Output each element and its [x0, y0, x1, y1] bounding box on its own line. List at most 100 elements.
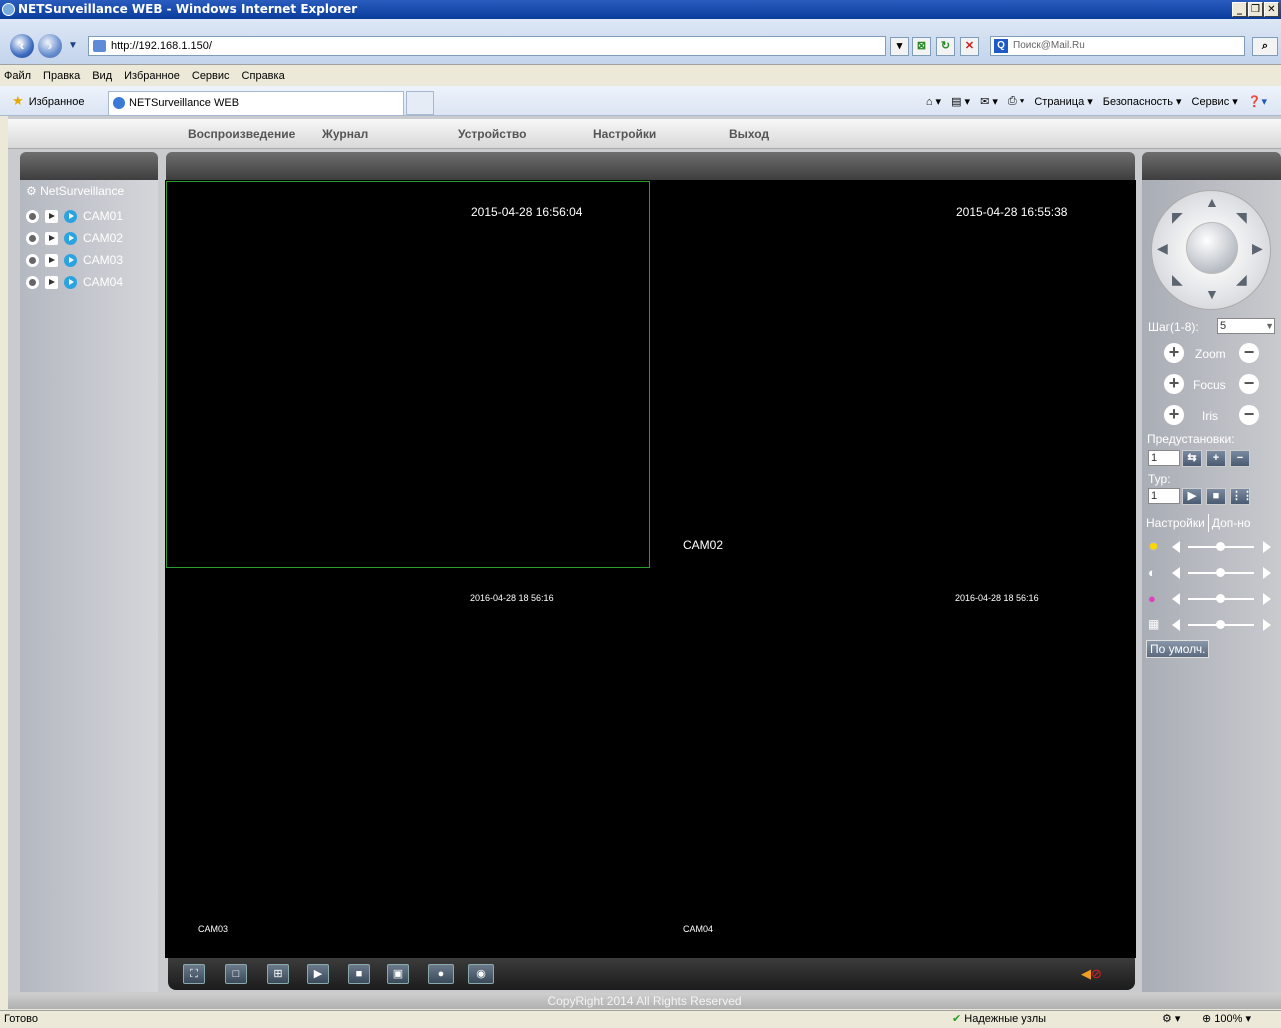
camera-label[interactable]: CAM04: [83, 275, 123, 289]
play-icon[interactable]: [45, 253, 58, 267]
ptz-up-right-icon[interactable]: ◥: [1236, 210, 1247, 224]
camera-row[interactable]: CAM04: [26, 272, 123, 292]
tour-grid-icon[interactable]: ⋮⋮: [1230, 488, 1253, 505]
menu-file[interactable]: Файл: [4, 70, 31, 82]
search-input[interactable]: Q Поиск@Mail.Ru: [990, 36, 1245, 56]
stop-icon[interactable]: ✕: [960, 37, 979, 56]
fullscreen-icon[interactable]: ⛶: [183, 964, 205, 984]
focus-out-button[interactable]: −: [1239, 374, 1259, 394]
focus-in-button[interactable]: +: [1164, 374, 1184, 394]
iris-close-button[interactable]: −: [1239, 405, 1259, 425]
play-icon[interactable]: [45, 275, 58, 289]
slider-knob[interactable]: [1216, 594, 1225, 603]
back-button[interactable]: ‹: [10, 34, 34, 58]
mail-icon[interactable]: ✉ ▾: [980, 95, 998, 108]
mute-icon[interactable]: ◀⊘: [1081, 966, 1102, 982]
contrast-slider[interactable]: ◐: [1148, 565, 1274, 581]
ptz-up-icon[interactable]: ▲: [1205, 195, 1219, 209]
history-dropdown-icon[interactable]: ▼: [68, 40, 78, 51]
new-tab-button[interactable]: [406, 91, 434, 115]
hue-slider[interactable]: ▦: [1148, 617, 1274, 633]
decrease-icon[interactable]: [1172, 593, 1180, 605]
menu-favorites[interactable]: Избранное: [124, 70, 180, 82]
help-icon[interactable]: ❓▾: [1248, 95, 1267, 108]
video-cell-3[interactable]: [166, 568, 650, 957]
open-all-icon[interactable]: ▶: [307, 964, 329, 984]
menu-tools[interactable]: Сервис: [192, 70, 230, 82]
tab-extra[interactable]: Доп-но: [1209, 514, 1254, 532]
slider-knob[interactable]: [1216, 620, 1225, 629]
slider-knob[interactable]: [1216, 568, 1225, 577]
tour-input[interactable]: 1: [1148, 488, 1180, 504]
ptz-right-icon[interactable]: ▶: [1252, 241, 1263, 255]
stop-icon[interactable]: [26, 253, 39, 267]
stop-icon[interactable]: [26, 231, 39, 245]
nav-logout[interactable]: Выход: [729, 127, 769, 141]
preset-remove-icon[interactable]: −: [1230, 450, 1250, 467]
ptz-up-left-icon[interactable]: ◤: [1172, 210, 1183, 224]
decrease-icon[interactable]: [1172, 541, 1180, 553]
zoom-in-button[interactable]: +: [1164, 343, 1184, 363]
increase-icon[interactable]: [1263, 541, 1271, 553]
nav-playback[interactable]: Воспроизведение: [188, 127, 295, 141]
single-view-icon[interactable]: □: [225, 964, 247, 984]
address-input[interactable]: http://192.168.1.150/: [88, 36, 886, 56]
step-select[interactable]: 5 ▼: [1217, 318, 1275, 334]
nav-settings[interactable]: Настройки: [593, 127, 656, 141]
increase-icon[interactable]: [1263, 619, 1271, 631]
brightness-slider[interactable]: ✹: [1148, 539, 1274, 555]
stream-icon[interactable]: [64, 275, 77, 289]
ptz-down-icon[interactable]: ▼: [1205, 287, 1219, 301]
ptz-center-button[interactable]: [1186, 222, 1238, 274]
camera-label[interactable]: CAM02: [83, 231, 123, 245]
video-cell-4[interactable]: [650, 568, 1135, 957]
preset-goto-icon[interactable]: ⇆: [1182, 450, 1202, 467]
play-icon[interactable]: [45, 209, 58, 223]
compat-view-icon[interactable]: ⊠: [912, 37, 931, 56]
camera-row[interactable]: CAM01: [26, 206, 123, 226]
close-button[interactable]: ✕: [1264, 2, 1279, 17]
camera-label[interactable]: CAM03: [83, 253, 123, 267]
increase-icon[interactable]: [1263, 593, 1271, 605]
cmd-safety[interactable]: Безопасность ▾: [1103, 95, 1182, 108]
quad-view-icon[interactable]: ⊞: [267, 964, 289, 984]
snapshot-icon[interactable]: ▣: [387, 964, 409, 984]
device-tree-root[interactable]: ⚙ NetSurveillance: [26, 184, 124, 198]
saturation-slider[interactable]: ●: [1148, 591, 1274, 607]
nav-log[interactable]: Журнал: [322, 127, 368, 141]
camera-label[interactable]: CAM01: [83, 209, 123, 223]
play-icon[interactable]: [45, 231, 58, 245]
video-cell-1[interactable]: [166, 181, 650, 568]
home-icon[interactable]: ⌂ ▾: [926, 95, 941, 108]
default-button[interactable]: По умолч.: [1146, 640, 1210, 658]
camera-row[interactable]: CAM03: [26, 250, 123, 270]
ptz-left-icon[interactable]: ◀: [1157, 241, 1168, 255]
search-go-icon[interactable]: ⌕: [1252, 37, 1278, 56]
feeds-icon[interactable]: ▤ ▾: [951, 95, 970, 108]
protected-mode-icon[interactable]: ⚙ ▾: [1162, 1011, 1180, 1028]
video-cell-2[interactable]: [650, 181, 1135, 568]
increase-icon[interactable]: [1263, 567, 1271, 579]
preset-input[interactable]: 1: [1148, 450, 1180, 466]
record-start-icon[interactable]: ●: [428, 964, 454, 984]
menu-edit[interactable]: Правка: [43, 70, 80, 82]
browser-tab[interactable]: NETSurveillance WEB: [108, 91, 404, 115]
nav-device[interactable]: Устройство: [458, 127, 526, 141]
restore-button[interactable]: ❒: [1248, 2, 1263, 17]
preset-add-icon[interactable]: +: [1206, 450, 1226, 467]
stream-icon[interactable]: [64, 209, 77, 223]
ptz-down-left-icon[interactable]: ◣: [1172, 272, 1183, 286]
menu-view[interactable]: Вид: [92, 70, 112, 82]
stream-icon[interactable]: [64, 231, 77, 245]
camera-row[interactable]: CAM02: [26, 228, 123, 248]
tab-settings[interactable]: Настройки: [1143, 514, 1209, 532]
iris-open-button[interactable]: +: [1164, 405, 1184, 425]
print-icon[interactable]: ⎙ ▾: [1008, 95, 1024, 108]
forward-button[interactable]: ›: [38, 34, 62, 58]
cmd-tools[interactable]: Сервис ▾: [1192, 95, 1238, 108]
decrease-icon[interactable]: [1172, 619, 1180, 631]
cmd-page[interactable]: Страница ▾: [1034, 95, 1092, 108]
menu-help[interactable]: Справка: [242, 70, 285, 82]
ptz-down-right-icon[interactable]: ◢: [1236, 272, 1247, 286]
decrease-icon[interactable]: [1172, 567, 1180, 579]
